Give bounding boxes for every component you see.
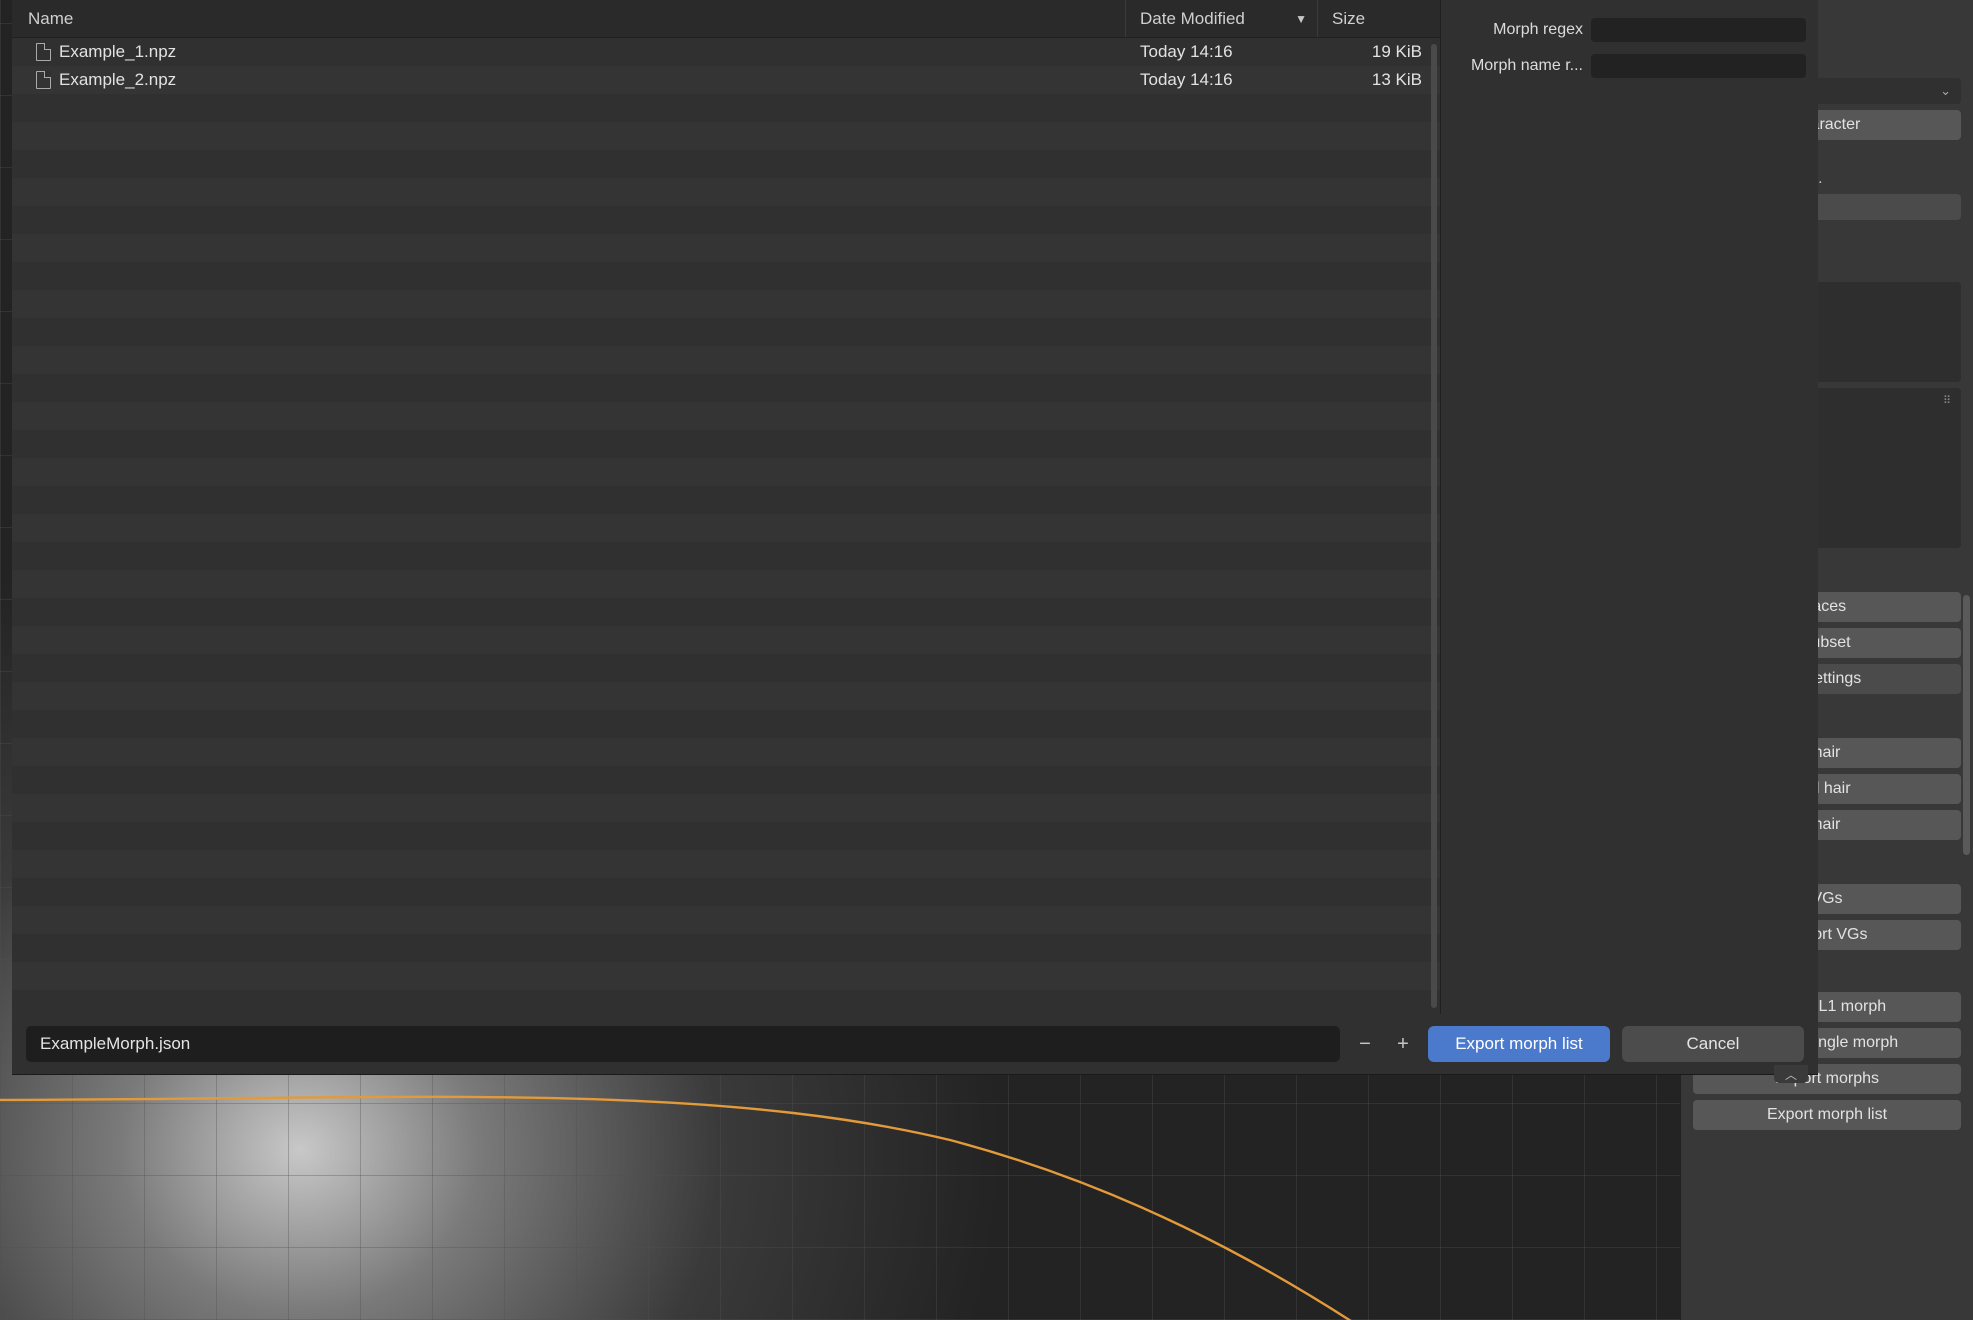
file-row [12,906,1440,934]
panel-scrollbar[interactable] [1963,6,1970,1314]
file-row [12,738,1440,766]
morph-name-input[interactable] [1591,54,1806,78]
file-row [12,794,1440,822]
file-row [12,822,1440,850]
file-icon [36,71,51,89]
sort-descending-icon: ▼ [1295,12,1307,26]
file-browser-dialog: Name Date Modified ▼ Size Example_1.npz T… [12,0,1818,1075]
collapse-toggle[interactable]: ︿ [1774,1065,1808,1083]
file-row [12,654,1440,682]
file-row [12,766,1440,794]
file-row [12,458,1440,486]
file-row [12,962,1440,990]
file-row [12,710,1440,738]
increment-button[interactable]: + [1390,1031,1416,1057]
file-list-scrollbar[interactable] [1431,44,1437,1008]
file-list-header: Name Date Modified ▼ Size [12,0,1440,38]
file-row [12,290,1440,318]
file-row [12,878,1440,906]
file-row [12,682,1440,710]
export-morph-list-button[interactable]: Export morph list [1693,1100,1961,1130]
file-row [12,626,1440,654]
file-name: Example_2.npz [59,70,176,90]
file-date: Today 14:16 [1126,70,1318,90]
file-row [12,514,1440,542]
file-icon [36,43,51,61]
file-row [12,374,1440,402]
file-row [12,206,1440,234]
file-row[interactable]: Example_1.npz Today 14:1619 KiB [12,38,1440,66]
morph-regex-label: Morph regex [1453,21,1583,39]
file-row [12,234,1440,262]
column-header-date-label: Date Modified [1140,9,1245,29]
file-row [12,178,1440,206]
file-date: Today 14:16 [1126,42,1318,62]
chevron-up-icon: ︿ [1785,1066,1797,1083]
column-header-date[interactable]: Date Modified ▼ [1126,0,1318,37]
filename-input[interactable] [26,1026,1340,1062]
resize-grip-icon[interactable]: ⠿ [1943,394,1955,404]
file-row [12,262,1440,290]
morph-name-label: Morph name r... [1453,57,1583,75]
file-row [12,598,1440,626]
column-header-size[interactable]: Size [1318,0,1440,37]
file-row [12,94,1440,122]
file-row [12,486,1440,514]
decrement-button[interactable]: − [1352,1031,1378,1057]
file-row [12,934,1440,962]
file-list[interactable]: Example_1.npz Today 14:1619 KiB Example_2.… [12,38,1440,1014]
operator-options: Morph regex Morph name r... [1441,0,1818,1014]
cancel-button[interactable]: Cancel [1622,1026,1804,1062]
morph-regex-input[interactable] [1591,18,1806,42]
file-row [12,150,1440,178]
file-row [12,122,1440,150]
file-row [12,542,1440,570]
file-row [12,402,1440,430]
file-size: 13 KiB [1318,70,1440,90]
file-row[interactable]: Example_2.npz Today 14:1613 KiB [12,66,1440,94]
file-row [12,318,1440,346]
column-header-name[interactable]: Name [12,0,1126,37]
file-row [12,570,1440,598]
file-size: 19 KiB [1318,42,1440,62]
file-row [12,430,1440,458]
file-row [12,850,1440,878]
file-name: Example_1.npz [59,42,176,62]
file-row [12,346,1440,374]
dialog-footer: − + Export morph list Cancel [12,1014,1818,1074]
export-morph-list-confirm-button[interactable]: Export morph list [1428,1026,1610,1062]
